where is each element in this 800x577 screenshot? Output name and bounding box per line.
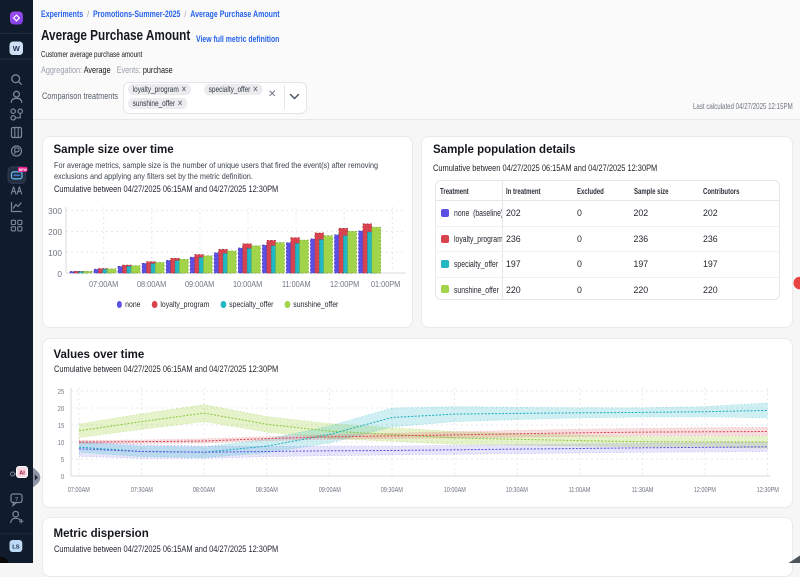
svg-text:AI: AI xyxy=(19,471,25,477)
svg-text:LS: LS xyxy=(12,545,20,551)
svg-text:NEW: NEW xyxy=(19,168,28,172)
svg-text:W: W xyxy=(13,44,21,53)
